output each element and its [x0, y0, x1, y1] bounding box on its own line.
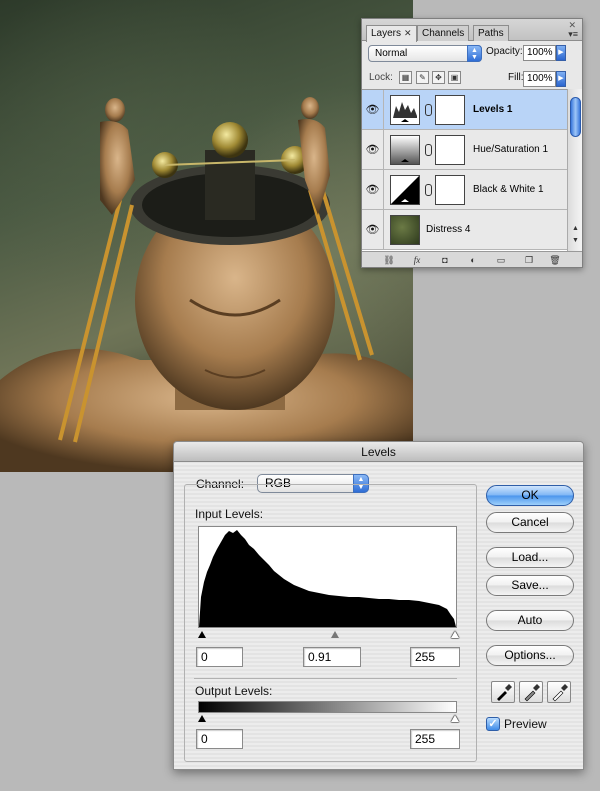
output-black-slider[interactable] — [198, 715, 206, 722]
tab-layers[interactable]: Layers ✕ — [366, 25, 417, 42]
scroll-up-arrow-icon[interactable]: ▲ — [568, 225, 583, 232]
tab-paths-label: Paths — [478, 28, 504, 39]
input-black-field[interactable]: 0 — [196, 647, 243, 667]
histogram-graph — [199, 530, 456, 627]
input-gamma-field[interactable]: 0.91 — [303, 647, 361, 667]
layer-link-chain-icon — [425, 184, 432, 196]
visibility-eye-icon[interactable]: 👁 — [362, 130, 384, 170]
layer-mask-thumbnail[interactable] — [435, 175, 465, 205]
input-levels-label: Input Levels: — [195, 507, 264, 521]
auto-button[interactable]: Auto — [486, 610, 574, 631]
layer-name: Black & White 1 — [473, 184, 544, 195]
document-canvas[interactable] — [0, 0, 413, 472]
lock-image-brush-icon[interactable]: ✎ — [416, 71, 429, 84]
layer-row-levels-1[interactable]: 👁 Levels 1 — [362, 90, 568, 130]
layers-footer-toolbar: ⛓ fx ◘ ◐ ▭ ❐ 🗑 — [362, 251, 582, 267]
tab-layers-label: Layers — [371, 28, 402, 39]
layer-link-chain-icon — [425, 104, 432, 116]
layer-name: Levels 1 — [473, 104, 513, 115]
visibility-eye-icon[interactable]: 👁 — [362, 210, 384, 250]
blend-mode-select[interactable]: Normal ▲ ▼ — [368, 45, 482, 62]
opacity-slider-arrow-icon[interactable]: ▶ — [556, 45, 566, 61]
panel-tab-bar: Layers ✕ Channels Paths ✕ ▾≡ — [362, 19, 582, 42]
output-levels-label: Output Levels: — [195, 684, 273, 698]
layer-style-fx-button[interactable]: fx — [406, 253, 428, 267]
new-layer-icon[interactable]: ❐ — [518, 253, 540, 267]
input-white-point-slider[interactable] — [451, 631, 459, 638]
layers-scrollbar[interactable]: ▲ ▼ — [567, 89, 582, 251]
visibility-eye-icon[interactable]: 👁 — [362, 90, 384, 130]
ok-button[interactable]: OK — [486, 485, 574, 506]
layer-row-distress-4[interactable]: 👁 Distress 4 — [362, 210, 568, 250]
visibility-eye-icon[interactable]: 👁 — [362, 170, 384, 210]
lock-label: Lock: — [369, 72, 393, 83]
layer-name: Distress 4 — [426, 224, 471, 235]
output-white-field[interactable]: 255 — [410, 729, 460, 749]
tab-channels[interactable]: Channels — [417, 25, 470, 41]
preview-checkbox[interactable]: ✓ — [486, 717, 500, 731]
separator — [194, 678, 457, 679]
hue-saturation-thumbnail-icon — [390, 135, 420, 165]
lock-all-padlock-icon[interactable]: ▣ — [448, 71, 461, 84]
fill-slider-arrow-icon[interactable]: ▶ — [556, 71, 566, 87]
levels-adjustment-thumbnail-icon — [390, 95, 420, 125]
layer-mask-thumbnail[interactable] — [435, 135, 465, 165]
black-eyedropper-icon[interactable] — [491, 681, 515, 703]
black-white-thumbnail-icon — [390, 175, 420, 205]
lock-position-move-icon[interactable]: ✥ — [432, 71, 445, 84]
link-layers-icon[interactable]: ⛓ — [378, 253, 400, 267]
layer-mask-thumbnail[interactable] — [435, 95, 465, 125]
scrollbar-thumb[interactable] — [570, 97, 581, 137]
tab-paths[interactable]: Paths — [473, 25, 509, 41]
dialog-title: Levels — [174, 442, 583, 462]
fill-label: Fill: — [508, 72, 524, 83]
output-white-slider[interactable] — [451, 715, 459, 722]
new-group-folder-icon[interactable]: ▭ — [490, 253, 512, 267]
artwork-image — [0, 97, 413, 472]
output-gradient-bar — [198, 701, 457, 713]
input-gamma-slider[interactable] — [331, 631, 339, 638]
input-white-field[interactable]: 255 — [410, 647, 460, 667]
tab-close-icon[interactable]: ✕ — [404, 28, 412, 38]
layer-name: Hue/Saturation 1 — [473, 144, 549, 155]
preview-label: Preview — [504, 717, 547, 731]
add-mask-icon[interactable]: ◘ — [434, 253, 456, 267]
delete-layer-trash-icon[interactable]: 🗑 — [544, 253, 566, 267]
layer-row-hue-saturation-1[interactable]: 👁 Hue/Saturation 1 — [362, 130, 568, 170]
white-eyedropper-icon[interactable] — [547, 681, 571, 703]
layer-list: 👁 Levels 1 👁 Hue/Saturation 1 👁 Black & … — [362, 89, 568, 251]
opacity-field[interactable]: 100% — [523, 45, 556, 61]
lock-transparent-icon[interactable]: ▦ — [399, 71, 412, 84]
options-button[interactable]: Options... — [486, 645, 574, 666]
layer-row-black-white-1[interactable]: 👁 Black & White 1 — [362, 170, 568, 210]
histogram — [198, 526, 457, 628]
input-black-point-slider[interactable] — [198, 631, 206, 638]
save-button[interactable]: Save... — [486, 575, 574, 596]
gray-eyedropper-icon[interactable] — [519, 681, 543, 703]
layers-panel: Layers ✕ Channels Paths ✕ ▾≡ Normal ▲ ▼ Op… — [361, 18, 583, 268]
select-arrows-icon: ▲ ▼ — [467, 45, 482, 62]
output-black-field[interactable]: 0 — [196, 729, 243, 749]
load-button[interactable]: Load... — [486, 547, 574, 568]
tab-channels-label: Channels — [422, 28, 465, 39]
opacity-label: Opacity: — [486, 46, 523, 57]
layer-link-chain-icon — [425, 144, 432, 156]
panel-menu-icon[interactable]: ▾≡ — [568, 29, 578, 40]
fill-field[interactable]: 100% — [523, 71, 556, 87]
new-adjustment-layer-icon[interactable]: ◐ — [462, 253, 484, 267]
levels-dialog: Levels Channel: RGB ▲ ▼ Input Levels: 0 0… — [173, 441, 584, 770]
distress-texture-thumbnail — [390, 215, 420, 245]
blend-mode-value: Normal — [375, 48, 408, 59]
scroll-down-arrow-icon[interactable]: ▼ — [568, 237, 583, 244]
cancel-button[interactable]: Cancel — [486, 512, 574, 533]
